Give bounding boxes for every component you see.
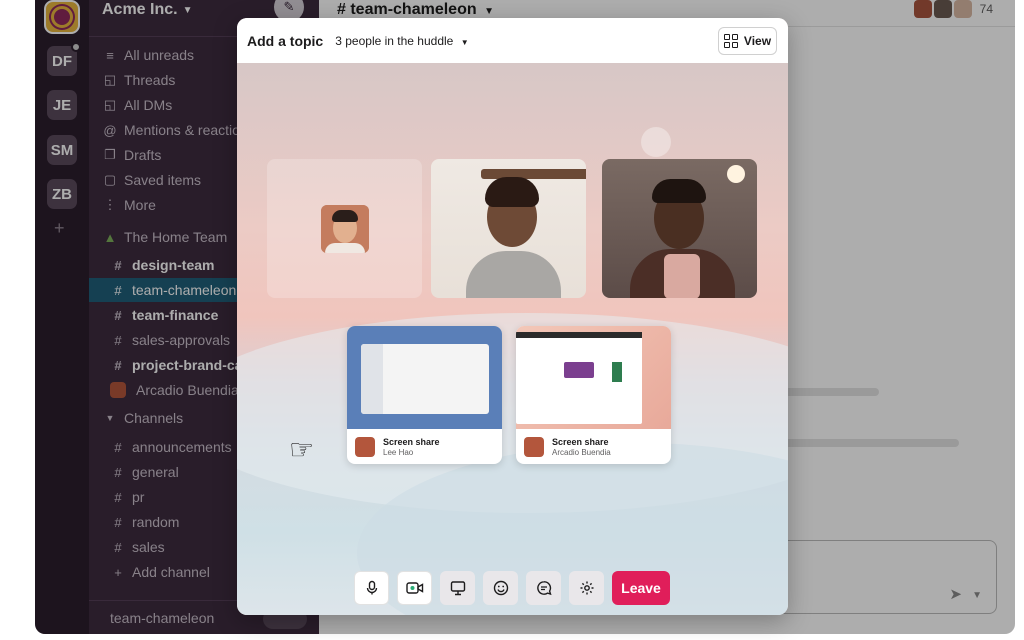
reactions-button[interactable] <box>483 571 518 605</box>
video-beam <box>481 169 586 179</box>
hand-cursor-icon: ☞ <box>289 434 315 465</box>
video-person-collar <box>664 254 700 298</box>
avatar <box>524 436 544 457</box>
participant-tile-avatar[interactable] <box>267 159 422 298</box>
video-person-hair <box>485 177 539 207</box>
screen-share-info: Screen share Lee Hao <box>347 429 502 464</box>
avatar-shirt <box>325 243 365 253</box>
view-button[interactable]: View <box>718 27 777 55</box>
chevron-down-icon: ▼ <box>460 37 469 47</box>
video-person-hair <box>652 179 706 203</box>
screen-share-tile-1[interactable]: Screen share Lee Hao <box>347 326 502 464</box>
share-screen-button[interactable] <box>440 571 475 605</box>
view-label: View <box>743 34 772 48</box>
microphone-button[interactable] <box>354 571 389 605</box>
add-topic-button[interactable]: Add a topic <box>247 33 323 49</box>
grid-icon <box>723 34 738 48</box>
screen-share-title: Screen share <box>383 436 440 447</box>
video-light <box>727 165 745 183</box>
participant-video-1[interactable] <box>431 159 586 298</box>
huddle-stage: Screen share Lee Hao Screen share Arcadi… <box>237 63 788 615</box>
camera-button[interactable] <box>397 571 432 605</box>
screen-share-thumbnail <box>347 326 502 429</box>
participant-video-2[interactable] <box>602 159 757 298</box>
screen-share-name: Arcadio Buendia <box>552 447 611 457</box>
microphone-icon <box>366 580 377 595</box>
screen-share-title: Screen share <box>552 436 609 447</box>
thumbnail-window <box>516 332 642 424</box>
avatar <box>355 436 375 457</box>
screen-share-tile-2[interactable]: Screen share Arcadio Buendia <box>516 326 671 464</box>
thumbnail-toolbar <box>516 332 642 338</box>
thumbnail-green-card <box>612 362 622 382</box>
screen-share-name: Lee Hao <box>383 447 414 457</box>
gear-icon <box>580 581 593 595</box>
settings-button[interactable] <box>569 571 604 605</box>
leave-button[interactable]: Leave <box>612 571 670 605</box>
screen-share-text: Screen share Lee Hao <box>383 437 440 457</box>
avatar <box>321 205 369 253</box>
huddle-people-label: 3 people in the huddle <box>335 33 454 48</box>
screen-share-thumbnail <box>516 326 671 429</box>
huddle-controls: Leave <box>354 571 670 605</box>
huddle-window: Add a topic 3 people in the huddle ▼ Vie… <box>237 18 788 615</box>
huddle-people-button[interactable]: 3 people in the huddle ▼ <box>335 34 468 48</box>
thread-icon <box>536 581 552 596</box>
screen-share-info: Screen share Arcadio Buendia <box>516 429 671 464</box>
thumbnail-sidebar <box>361 344 383 414</box>
video-person-body <box>466 251 561 298</box>
screen-share-text: Screen share Arcadio Buendia <box>552 437 611 457</box>
huddle-thread-button[interactable] <box>526 571 561 605</box>
avatar-hair <box>332 210 358 222</box>
thumbnail-purple-card <box>564 362 594 378</box>
monitor-icon <box>450 581 465 596</box>
background-decoration <box>641 127 671 157</box>
camera-icon <box>405 582 423 594</box>
smiley-icon <box>493 580 508 596</box>
huddle-header: Add a topic 3 people in the huddle ▼ Vie… <box>237 18 788 63</box>
